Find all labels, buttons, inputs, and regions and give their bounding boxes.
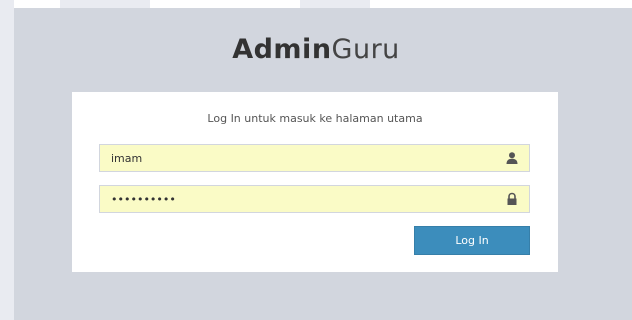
logo-bold: Admin (232, 34, 332, 65)
login-box-message: Log In untuk masuk ke halaman utama (207, 112, 423, 125)
login-page: AdminGuru Log In untuk masuk ke halaman … (0, 0, 632, 320)
username-input[interactable] (100, 145, 511, 171)
lock-icon (507, 192, 517, 205)
login-box: Log In untuk masuk ke halaman utama Log … (72, 92, 558, 272)
user-icon (506, 152, 518, 164)
password-input[interactable] (100, 186, 511, 212)
logo-light: Guru (331, 34, 400, 65)
watermark-stripe (300, 0, 370, 8)
login-button[interactable]: Log In (414, 226, 530, 255)
watermark-stripe (60, 0, 150, 8)
password-field-group (99, 185, 530, 213)
app-logo: AdminGuru (0, 34, 632, 65)
username-field-group (99, 144, 530, 172)
